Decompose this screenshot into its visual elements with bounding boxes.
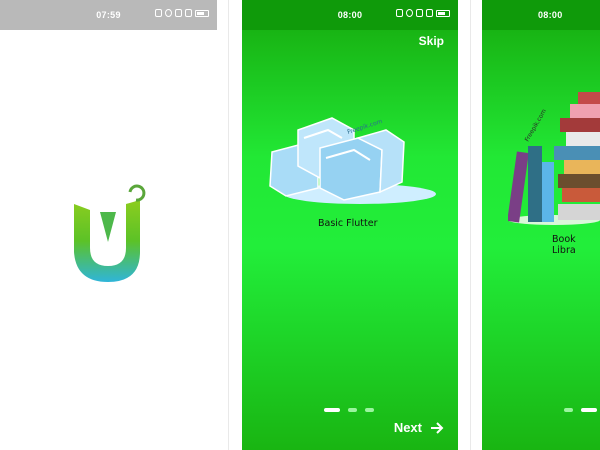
status-bar: 07:59 [0, 0, 217, 30]
wifi-icon [175, 9, 182, 17]
book-stack-illustration: Freepik.com [508, 92, 600, 225]
status-icons [396, 9, 450, 17]
onboarding-screen-1: 08:00 Skip Freepik.com Basic Flutter Nex… [242, 0, 458, 450]
alarm-icon [406, 9, 413, 17]
signal-icon [185, 9, 192, 17]
onboarding-screen-2: 08:00 Freepik.com Book Libra [482, 0, 600, 450]
page-indicator [564, 408, 597, 412]
status-bar: 08:00 [482, 0, 600, 30]
splash-screen: 07:59 [0, 0, 217, 450]
divider [470, 0, 471, 450]
alarm-icon [165, 9, 172, 17]
status-bar: 08:00 [242, 0, 458, 30]
arrow-right-icon [431, 421, 444, 434]
slide-caption: Basic Flutter [318, 218, 378, 229]
wifi-icon [416, 9, 423, 17]
app-logo [74, 184, 146, 282]
page-dot-1[interactable] [324, 408, 340, 412]
ice-cubes-illustration: Freepik.com [269, 117, 436, 204]
skip-button[interactable]: Skip [419, 34, 444, 48]
page-dot-3[interactable] [365, 408, 374, 412]
next-label: Next [393, 420, 422, 435]
page-indicator [324, 408, 374, 412]
battery-icon [195, 9, 209, 17]
battery-icon [436, 9, 450, 17]
signal-icon [426, 9, 433, 17]
watermark: Freepik.com [524, 108, 548, 143]
status-time: 08:00 [538, 10, 563, 20]
next-button[interactable]: Next [394, 420, 444, 435]
mute-icon [396, 9, 403, 17]
status-icons [155, 9, 209, 17]
page-dot-1[interactable] [564, 408, 573, 412]
slide-caption: Book Libra [552, 234, 576, 256]
mute-icon [155, 9, 162, 17]
divider [228, 0, 229, 450]
page-dot-2[interactable] [348, 408, 357, 412]
page-dot-2[interactable] [581, 408, 597, 412]
